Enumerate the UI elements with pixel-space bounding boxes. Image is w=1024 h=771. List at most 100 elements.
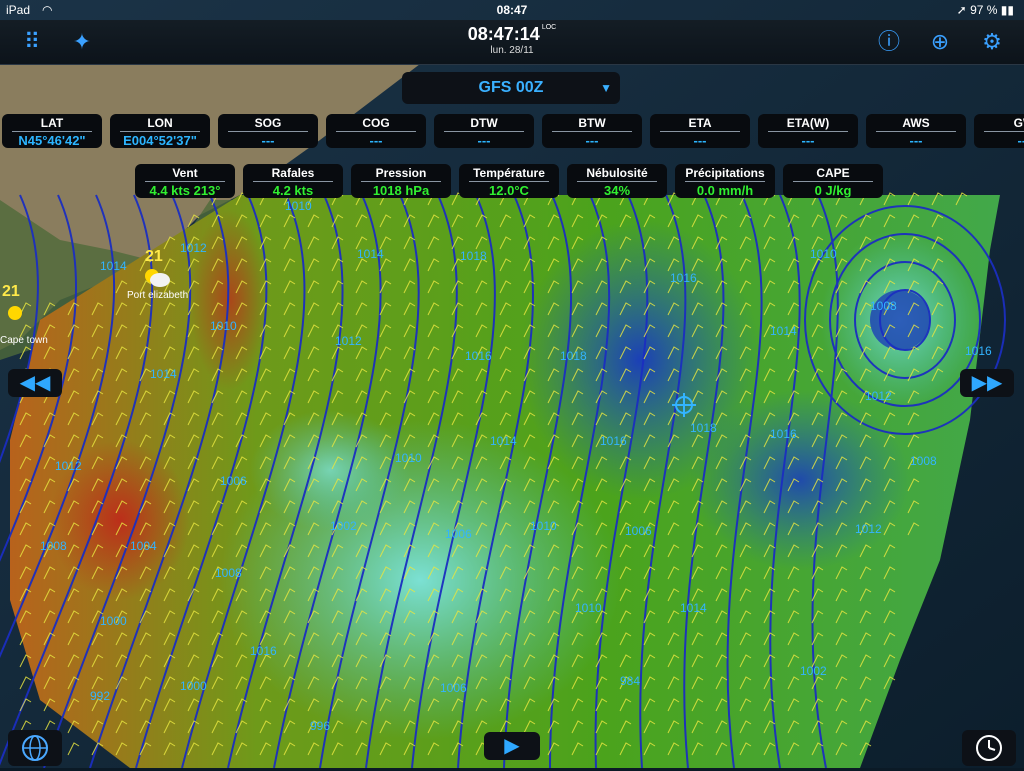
isobar-label: 1016: [670, 271, 697, 285]
nav-cell-aws[interactable]: AWS ---: [866, 114, 966, 148]
cell-value: E004°52'37": [123, 133, 197, 148]
model-label: GFS 00Z: [478, 79, 544, 96]
clock-time: 08:47:14: [467, 24, 540, 44]
isobar-label: 1014: [100, 259, 127, 273]
chevron-down-icon: ▼: [600, 81, 612, 95]
isobar-label: 1016: [600, 434, 627, 448]
previous-step-button[interactable]: ◀◀: [8, 369, 62, 397]
isobar-label: 1006: [440, 681, 467, 695]
isobar-label: 1000: [100, 614, 127, 628]
cell-label: SOG: [228, 116, 308, 132]
isobar-label: 1014: [770, 324, 797, 338]
next-step-button[interactable]: ▶▶: [960, 369, 1014, 397]
model-selector[interactable]: GFS 00Z ▼: [402, 72, 620, 104]
clock-icon: [976, 735, 1002, 761]
nav-cell-etaw[interactable]: ETA(W) ---: [758, 114, 858, 148]
isobar-label: 1014: [490, 434, 517, 448]
weather-cell-1[interactable]: Vent 4.4 kts 213°: [135, 164, 235, 198]
isobar-label: 1014: [150, 367, 177, 381]
cell-label: CAPE: [793, 166, 873, 182]
cell-label: ETA(W): [768, 116, 848, 132]
cell-label: Précipitations: [685, 166, 765, 182]
isobar-label: 1016: [770, 427, 797, 441]
clock-date: lun. 28/11: [490, 45, 534, 56]
play-icon: ▶: [504, 735, 520, 757]
weather-cell-2[interactable]: Rafales 4.2 kts: [243, 164, 343, 198]
clock-display: 08:47:14 LOC lun. 28/11: [0, 24, 1024, 56]
isobar-label: 1012: [855, 522, 882, 536]
play-button[interactable]: ▶: [484, 732, 540, 760]
battery-icon: ▮▮: [1000, 3, 1014, 17]
cell-value: ---: [585, 133, 599, 148]
rewind-icon: ◀◀: [19, 372, 51, 394]
cell-label: BTW: [552, 116, 632, 132]
battery-percent: 97 %: [970, 3, 998, 17]
isobar-label: 1006: [220, 474, 247, 488]
isobar-label: 1008: [910, 454, 937, 468]
cell-label: GW: [984, 116, 1024, 132]
location-icon: ➚: [956, 3, 967, 17]
status-time: 08:47: [496, 3, 528, 17]
isobar-label: 996: [310, 719, 330, 733]
nav-cell-sog[interactable]: SOG ---: [218, 114, 318, 148]
nav-cell-dtw[interactable]: DTW ---: [434, 114, 534, 148]
isobar-label: 1014: [680, 601, 707, 615]
help-icon[interactable]: ⓘ: [875, 28, 903, 56]
status-bar: iPad ◠ 08:47 ➚ 97 % ▮▮: [0, 0, 1024, 20]
nav-cell-eta[interactable]: ETA ---: [650, 114, 750, 148]
cell-value: 4.2 kts: [272, 183, 314, 198]
cell-value: ---: [261, 133, 275, 148]
cell-label: LAT: [12, 116, 92, 132]
cell-label: Température: [469, 166, 549, 182]
weather-cell-6[interactable]: Précipitations 0.0 mm/h: [675, 164, 775, 198]
cell-value: ---: [369, 133, 383, 148]
cell-value: ---: [1017, 133, 1024, 148]
clock-tz: LOC: [541, 24, 557, 31]
cell-label: LON: [120, 116, 200, 132]
isobar-label: 1010: [575, 601, 602, 615]
isobar-label: 1016: [250, 644, 277, 658]
isobar-label: 1006: [625, 524, 652, 538]
cell-value: ---: [801, 133, 815, 148]
cell-label: AWS: [876, 116, 956, 132]
gear-icon[interactable]: ⚙: [978, 28, 1006, 56]
isobar-label: 1012: [865, 389, 892, 403]
city-label: Cape town: [0, 335, 48, 346]
clock-button[interactable]: [962, 730, 1016, 766]
isobar-label: 1010: [210, 319, 237, 333]
cell-value: N45°46'42": [18, 133, 86, 148]
cell-label: ETA: [660, 116, 740, 132]
nav-cell-gw[interactable]: GW---: [974, 114, 1024, 148]
isobar-label: 1010: [810, 247, 837, 261]
isobar-label: 1012: [335, 334, 362, 348]
globe-icon: [22, 735, 48, 761]
city-label: Port elizabeth: [127, 290, 188, 301]
weather-cell-5[interactable]: Nébulosité 34%: [567, 164, 667, 198]
cell-label: Vent: [145, 166, 225, 182]
crosshair-target-icon[interactable]: ⊕: [926, 28, 954, 56]
isobar-label: 1004: [130, 539, 157, 553]
cell-value: 12.0°C: [489, 183, 529, 198]
isobar-label: 1012: [180, 241, 207, 255]
nav-cell-cog[interactable]: COG ---: [326, 114, 426, 148]
isobar-label: 1010: [395, 451, 422, 465]
nav-cell-lat[interactable]: LAT N45°46'42": [2, 114, 102, 148]
nav-cell-lon[interactable]: LON E004°52'37": [110, 114, 210, 148]
isobar-label: 1018: [690, 421, 717, 435]
sun-icon: [8, 306, 22, 320]
cell-label: DTW: [444, 116, 524, 132]
cell-label: Nébulosité: [577, 166, 657, 182]
isobar-label: 1002: [330, 519, 357, 533]
isobar-label: 1012: [55, 459, 82, 473]
weather-cell-7[interactable]: CAPE 0 J/kg: [783, 164, 883, 198]
isobar-label: 1018: [560, 349, 587, 363]
weather-cell-4[interactable]: Température 12.0°C: [459, 164, 559, 198]
weather-cell-3[interactable]: Pression 1018 hPa: [351, 164, 451, 198]
isobar-label: 1010: [530, 519, 557, 533]
isobar-label: 1006: [445, 527, 472, 541]
cell-value: 0.0 mm/h: [696, 183, 754, 198]
globe-button[interactable]: [8, 730, 62, 766]
isobar-label: 1016: [465, 349, 492, 363]
top-toolbar: ⠿ ✦ 08:47:14 LOC lun. 28/11 ⓘ ⊕ ⚙: [0, 20, 1024, 65]
nav-cell-btw[interactable]: BTW ---: [542, 114, 642, 148]
